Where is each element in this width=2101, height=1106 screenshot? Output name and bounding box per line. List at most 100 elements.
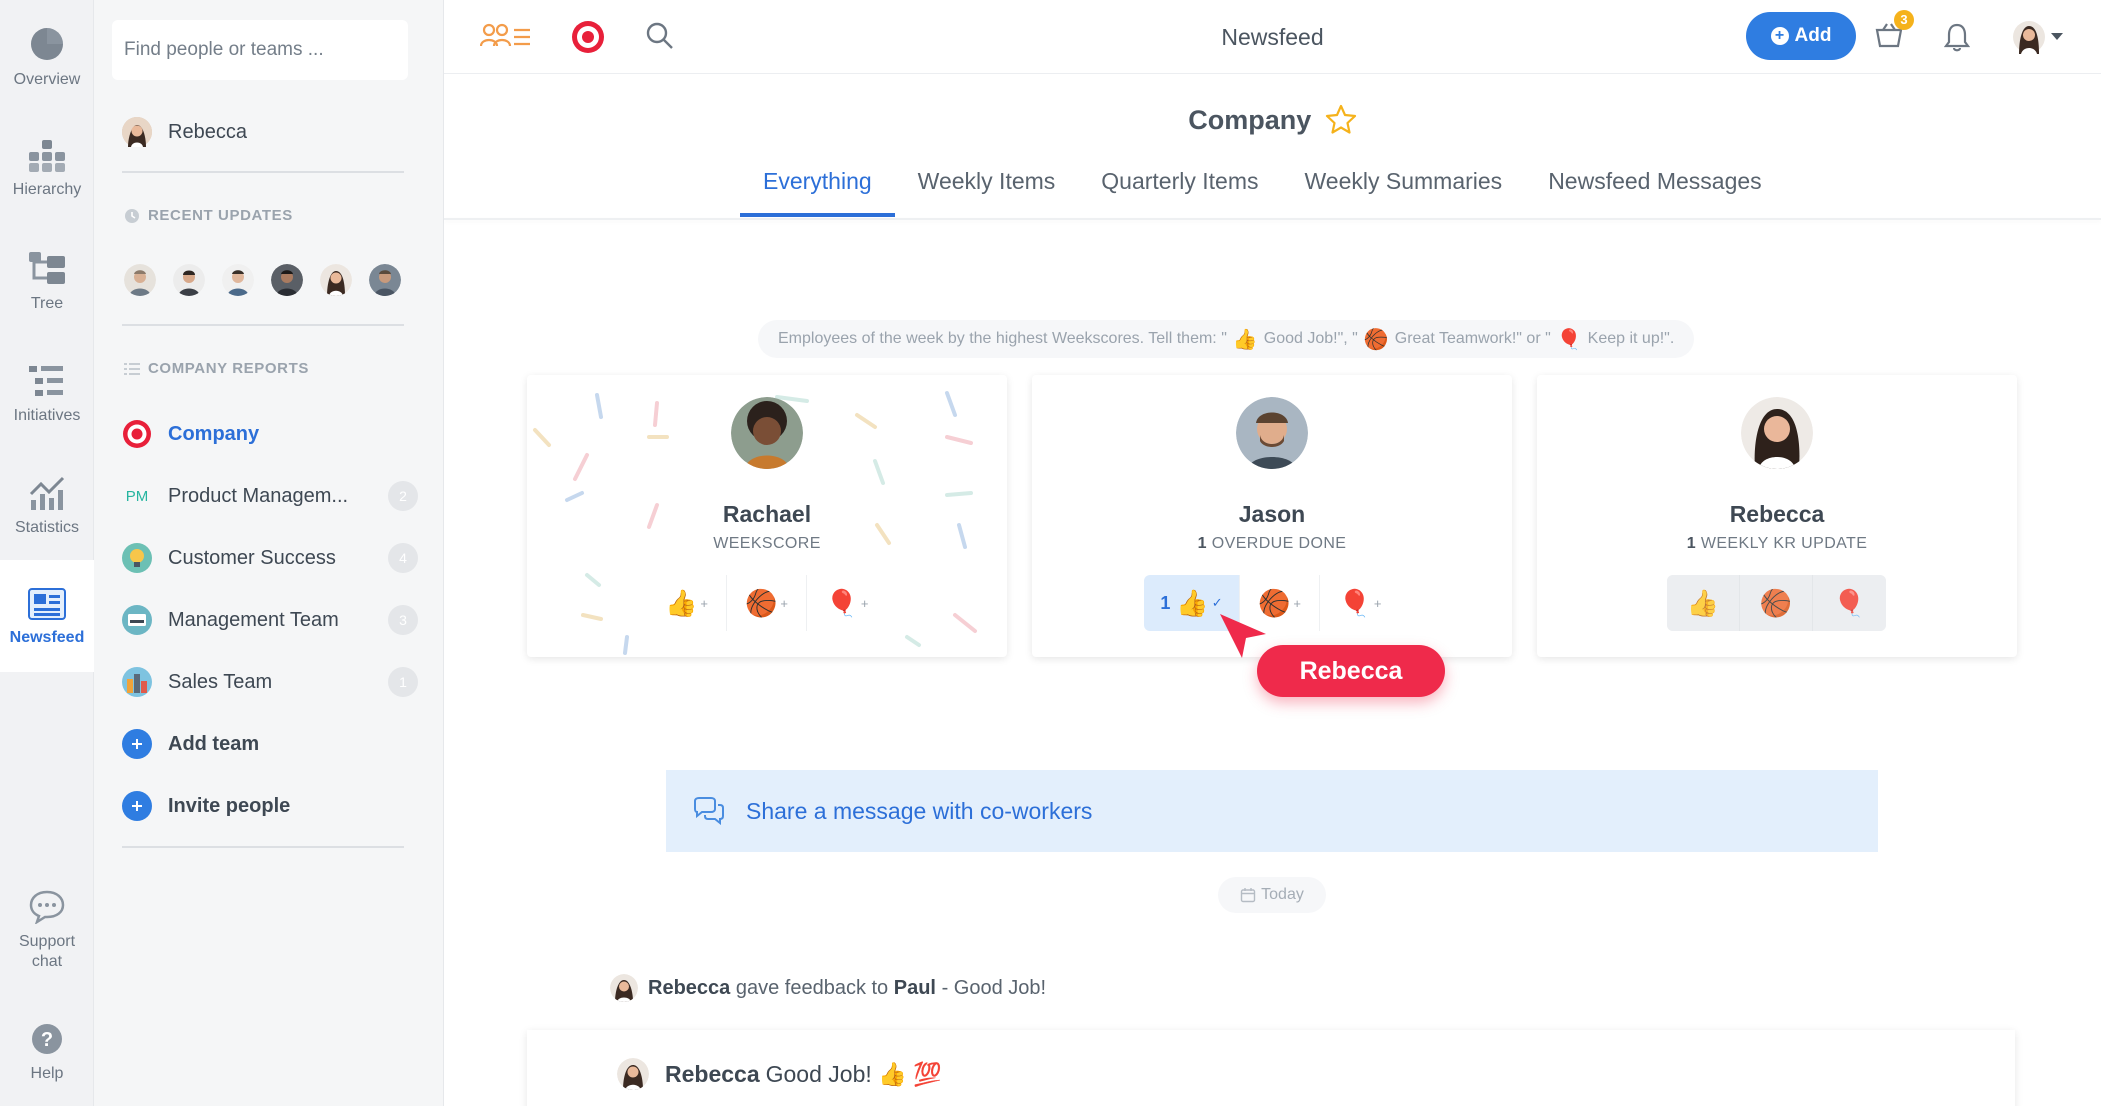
avatar[interactable] xyxy=(1236,397,1308,469)
sidebar-item-sales-team[interactable]: Sales Team 1 xyxy=(122,660,418,704)
reaction-group: 👍 + 🏀 + 🎈 + xyxy=(647,575,887,631)
sidebar-item-company[interactable]: Company xyxy=(122,412,418,456)
basketball-icon: 🏀 xyxy=(1759,587,1793,618)
avatar[interactable] xyxy=(173,264,205,296)
rail-support-chat[interactable]: Support chat xyxy=(0,890,94,972)
avatar[interactable] xyxy=(617,1058,649,1090)
tab-newsfeed-messages[interactable]: Newsfeed Messages xyxy=(1525,160,1785,217)
post-content: Rebecca Good Job! 👍 💯 xyxy=(617,1058,942,1090)
employees-of-week-banner: Employees of the week by the highest Wee… xyxy=(758,320,1695,358)
city-icon xyxy=(122,667,152,697)
feed-suffix: - Good Job! xyxy=(941,976,1047,999)
rail-overview[interactable]: Overview xyxy=(0,26,94,90)
current-user-row[interactable]: Rebecca xyxy=(122,110,418,154)
recent-updates-heading: RECENT UPDATES xyxy=(124,207,293,224)
reaction-group: 👍 🏀 🎈 xyxy=(1667,575,1886,631)
chat-bubbles-icon xyxy=(694,797,724,825)
invite-people-button[interactable]: Invite people xyxy=(122,784,418,828)
banner-text: Great Teamwork!" or " xyxy=(1394,330,1551,347)
icon-rail: Overview Hierarchy Tree Initiatives Stat… xyxy=(0,0,94,1106)
employee-metric: WEEKSCORE xyxy=(527,535,1007,553)
rail-help[interactable]: ? Help xyxy=(0,1022,94,1084)
balloon-reaction-button[interactable]: 🎈 + xyxy=(807,575,887,631)
tab-quarterly-items[interactable]: Quarterly Items xyxy=(1078,160,1281,217)
thumbs-up-icon: 👍 xyxy=(665,587,698,618)
avatar[interactable] xyxy=(731,397,803,469)
avatar[interactable] xyxy=(124,264,156,296)
date-separator: Today xyxy=(1218,877,1326,913)
basketball-reaction-button: 🏀 xyxy=(1740,575,1813,631)
sidebar-item-customer-success[interactable]: Customer Success 4 xyxy=(122,536,418,580)
newsfeed-icon xyxy=(28,588,66,620)
share-message-placeholder: Share a message with co-workers xyxy=(746,797,1093,824)
balloon-icon: 🎈 xyxy=(1833,587,1866,618)
rail-statistics[interactable]: Statistics xyxy=(0,476,94,538)
tab-bar: Everything Weekly Items Quarterly Items … xyxy=(740,160,1785,217)
feed-activity: Rebecca gave feedback to Paul - Good Job… xyxy=(610,974,1046,1002)
avatar[interactable] xyxy=(222,264,254,296)
star-icon[interactable] xyxy=(1325,104,1357,134)
tab-everything[interactable]: Everything xyxy=(740,160,895,217)
tab-weekly-items[interactable]: Weekly Items xyxy=(895,160,1079,217)
add-team-button[interactable]: Add team xyxy=(122,722,418,766)
reaction-group: 1 👍 ✓ 🏀 + 🎈 + xyxy=(1144,575,1400,631)
balloon-reaction-button[interactable]: 🎈 + xyxy=(1320,575,1400,631)
post-text: Good Job! xyxy=(765,1060,872,1087)
plus-circle-icon xyxy=(122,791,152,821)
add-reaction-icon: + xyxy=(1373,595,1382,611)
search-input[interactable]: Find people or teams ... xyxy=(112,20,408,80)
avatar[interactable] xyxy=(271,264,303,296)
divider xyxy=(122,171,404,173)
company-heading: Company xyxy=(444,104,2101,136)
rail-label: Newsfeed xyxy=(9,629,85,646)
avatar[interactable] xyxy=(320,264,352,296)
post-author[interactable]: Rebecca xyxy=(665,1061,760,1088)
sidebar-item-product-management[interactable]: PM Product Managem... 2 xyxy=(122,474,418,518)
tab-weekly-summaries[interactable]: Weekly Summaries xyxy=(1282,160,1526,217)
feed-actor[interactable]: Rebecca xyxy=(648,977,730,1000)
share-message-input[interactable]: Share a message with co-workers xyxy=(666,770,1878,852)
plus-circle-icon xyxy=(122,729,152,759)
list-icon xyxy=(124,362,140,375)
plus-icon: + xyxy=(1770,27,1789,45)
rail-newsfeed[interactable]: Newsfeed xyxy=(0,560,94,672)
team-count-badge: 1 xyxy=(388,667,418,697)
employee-name: Jason xyxy=(1238,501,1306,527)
feed-target[interactable]: Paul xyxy=(894,977,936,1000)
avatar[interactable] xyxy=(369,264,401,296)
sidebar-item-label: Product Managem... xyxy=(168,484,349,507)
add-button[interactable]: + Add xyxy=(1746,12,1856,60)
hierarchy-icon xyxy=(29,140,65,172)
employee-card: Rebecca 1 WEEKLY KR UPDATE 👍 🏀 🎈 xyxy=(1537,375,2017,657)
company-reports-heading: COMPANY REPORTS xyxy=(124,360,309,377)
rail-initiatives[interactable]: Initiatives xyxy=(0,364,94,426)
lightbulb-icon xyxy=(122,543,152,573)
company-title-text: Company xyxy=(1188,105,1312,135)
rail-tree[interactable]: Tree xyxy=(0,252,94,314)
rail-hierarchy[interactable]: Hierarchy xyxy=(0,140,94,200)
employee-name: Rebecca xyxy=(1729,501,1825,527)
user-avatar-icon[interactable] xyxy=(2012,20,2046,54)
divider xyxy=(122,846,404,848)
bell-icon[interactable] xyxy=(1944,22,1970,52)
feed-post: Rebecca Good Job! 👍 💯 xyxy=(527,1030,2015,1106)
thumbs-up-reaction-button[interactable]: 👍 + xyxy=(647,575,727,631)
banner-text: Employees of the week by the highest Wee… xyxy=(778,330,1227,347)
banner-text: Good Job!", " xyxy=(1263,330,1358,347)
employee-metric: 1 WEEKLY KR UPDATE xyxy=(1537,535,2017,553)
basketball-reaction-button[interactable]: 🏀 + xyxy=(727,575,807,631)
avatar[interactable] xyxy=(1741,397,1813,469)
list-tree-icon xyxy=(29,366,63,396)
help-icon: ? xyxy=(32,1024,62,1054)
thumbs-up-reaction-button: 👍 xyxy=(1667,575,1740,631)
section-heading-text: COMPANY REPORTS xyxy=(148,360,309,377)
rail-label: Help xyxy=(30,1065,64,1082)
sidebar-item-label: Management Team xyxy=(168,608,339,631)
feed-action: gave feedback to xyxy=(735,976,889,999)
sidebar-item-management-team[interactable]: Management Team 3 xyxy=(122,598,418,642)
avatar[interactable] xyxy=(610,974,638,1002)
rail-label: Overview xyxy=(13,71,81,88)
chevron-down-icon[interactable] xyxy=(2050,32,2064,42)
metric-label: OVERDUE DONE xyxy=(1211,535,1347,552)
basketball-icon: 🏀 xyxy=(1363,328,1389,351)
